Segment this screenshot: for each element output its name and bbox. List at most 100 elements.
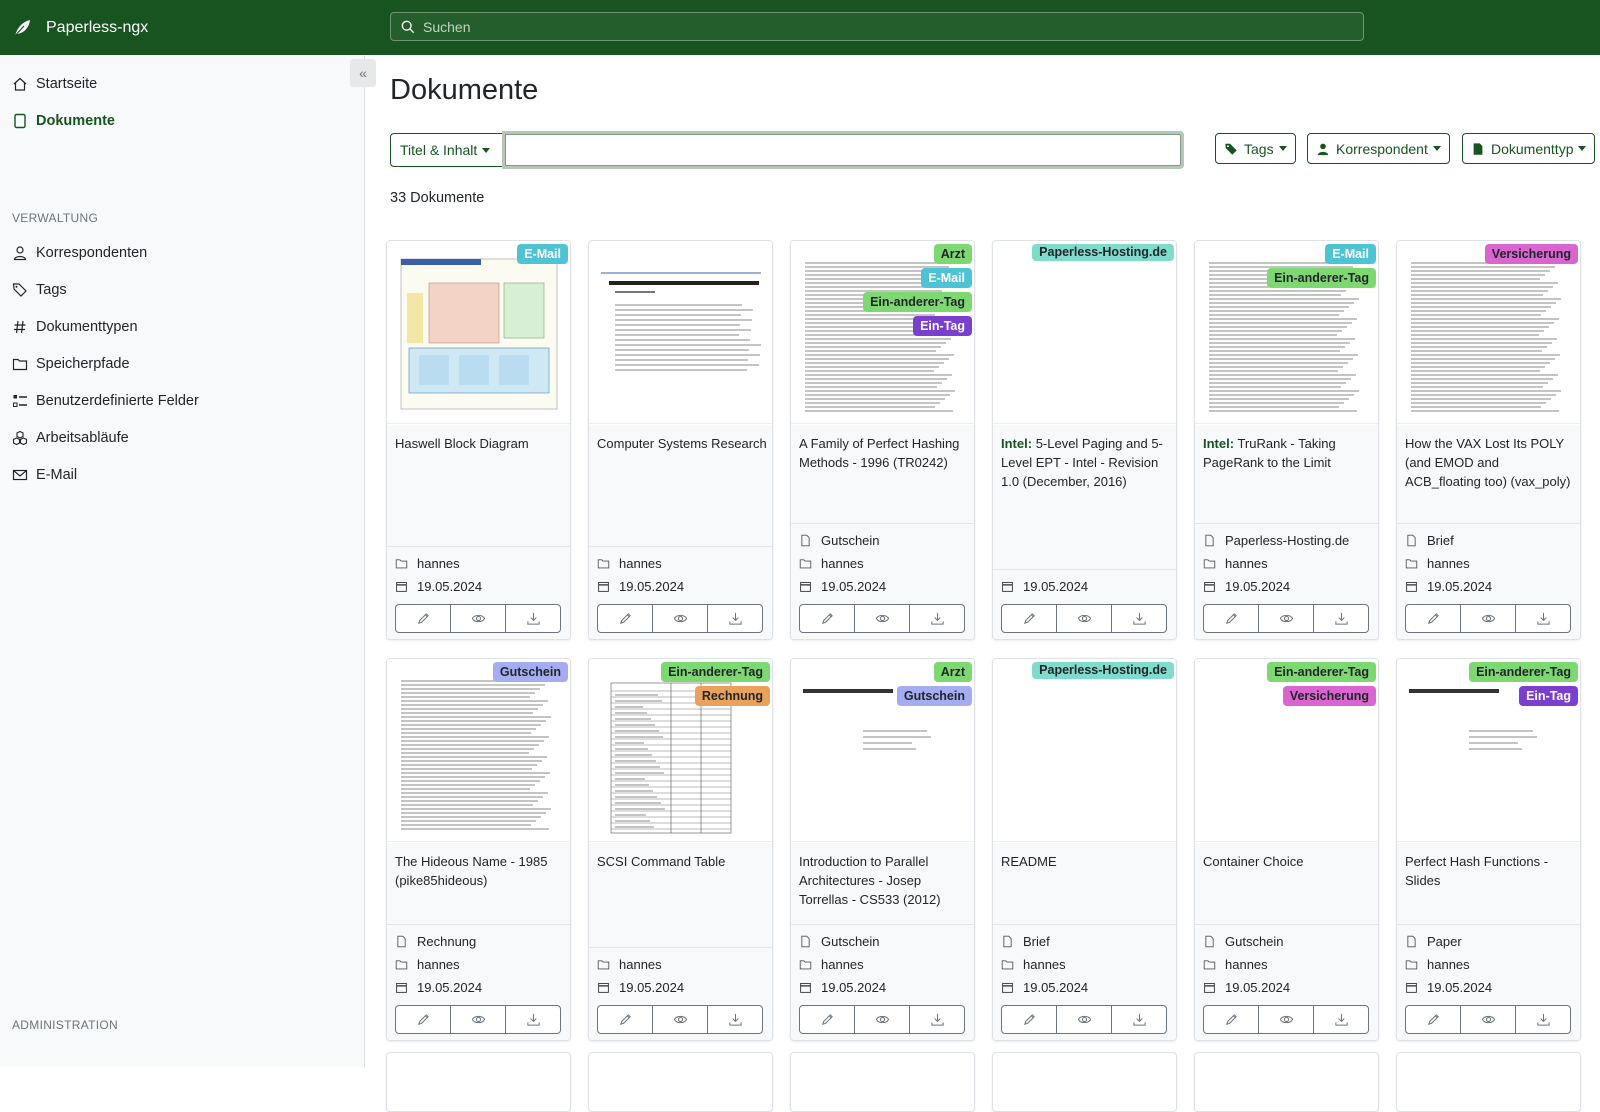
document-type[interactable]: Gutschein xyxy=(799,533,971,548)
tag-badge[interactable]: E-Mail xyxy=(1325,244,1376,264)
edit-button[interactable] xyxy=(598,1006,653,1033)
download-button[interactable] xyxy=(1516,1006,1570,1033)
correspondent-prefix[interactable]: Intel: xyxy=(1001,436,1032,451)
document-title[interactable]: README xyxy=(1001,852,1173,871)
storage-path[interactable]: hannes xyxy=(395,556,567,571)
storage-path[interactable]: hannes xyxy=(1405,957,1577,972)
preview-button[interactable] xyxy=(1461,605,1516,632)
preview-button[interactable] xyxy=(1259,1006,1314,1033)
tag-badge[interactable]: Arzt xyxy=(933,662,972,682)
document-card[interactable] xyxy=(588,1052,773,1112)
tag-badge[interactable]: Ein-anderer-Tag xyxy=(1267,268,1376,288)
document-title[interactable]: Intel: 5-Level Paging and 5-Level EPT - … xyxy=(1001,434,1173,491)
tags-filter-button[interactable]: Tags xyxy=(1215,133,1296,164)
edit-button[interactable] xyxy=(598,605,653,632)
edit-button[interactable] xyxy=(1406,605,1461,632)
document-card[interactable] xyxy=(1396,1052,1581,1112)
document-title[interactable]: SCSI Command Table xyxy=(597,852,769,871)
preview-button[interactable] xyxy=(855,1006,910,1033)
sidebar-item-benutzerdefinierte-felder[interactable]: Benutzerdefinierte Felder xyxy=(12,393,199,409)
document-card[interactable]: Arzt Gutschein Introduction to Parallel Ar… xyxy=(790,658,975,1041)
tag-badge[interactable]: Rechnung xyxy=(694,686,770,706)
text-filter-mode-dropdown[interactable]: Titel & Inhalt xyxy=(390,133,503,167)
tag-badge[interactable]: Ein-Tag xyxy=(913,316,972,336)
document-thumbnail[interactable]: Ein-anderer-Tag Rechnung xyxy=(589,659,772,842)
document-card[interactable]: Ein-anderer-Tag Rechnung SCSI Command Tabl… xyxy=(588,658,773,1041)
tag-badge[interactable]: Ein-anderer-Tag xyxy=(863,292,972,312)
download-button[interactable] xyxy=(1314,605,1368,632)
document-title[interactable]: Perfect Hash Functions - Slides xyxy=(1405,852,1577,890)
correspondent-filter-button[interactable]: Korrespondent xyxy=(1307,133,1450,164)
document-title[interactable]: How the VAX Lost Its POLY (and EMOD and … xyxy=(1405,434,1577,491)
tag-badge[interactable]: Ein-Tag xyxy=(1519,686,1578,706)
sidebar-item-korrespondenten[interactable]: Korrespondenten xyxy=(12,245,147,261)
edit-button[interactable] xyxy=(800,605,855,632)
storage-path[interactable]: hannes xyxy=(597,957,769,972)
tag-badge[interactable]: E-Mail xyxy=(921,268,972,288)
download-button[interactable] xyxy=(910,1006,964,1033)
document-card[interactable]: Paperless-Hosting.de Intel: 5-Level Pagin… xyxy=(992,240,1177,640)
document-type[interactable]: Gutschein xyxy=(1203,934,1375,949)
tag-badge[interactable]: Paperless-Hosting.de xyxy=(1032,662,1174,679)
preview-button[interactable] xyxy=(1057,605,1112,632)
document-card[interactable] xyxy=(790,1052,975,1112)
document-title[interactable]: Container Choice xyxy=(1203,852,1375,871)
tag-badge[interactable]: Versicherung xyxy=(1484,244,1578,264)
filter-text-field[interactable] xyxy=(502,131,1184,169)
document-thumbnail[interactable]: Gutschein xyxy=(387,659,570,842)
download-button[interactable] xyxy=(1314,1006,1368,1033)
storage-path[interactable]: hannes xyxy=(1001,957,1173,972)
download-button[interactable] xyxy=(708,605,762,632)
document-thumbnail[interactable]: E-Mail Ein-anderer-Tag xyxy=(1195,241,1378,424)
edit-button[interactable] xyxy=(800,1006,855,1033)
document-type[interactable]: Paper xyxy=(1405,934,1577,949)
collapse-sidebar-button[interactable]: « xyxy=(350,59,376,87)
document-thumbnail[interactable]: Ein-anderer-Tag Ein-Tag xyxy=(1397,659,1580,842)
document-type[interactable]: Brief xyxy=(1001,934,1173,949)
tag-badge[interactable]: E-Mail xyxy=(517,244,568,264)
tag-badge[interactable]: Ein-anderer-Tag xyxy=(1267,662,1376,682)
document-thumbnail[interactable]: Arzt E-Mail Ein-anderer-Tag Ein-Tag xyxy=(791,241,974,424)
preview-button[interactable] xyxy=(653,605,708,632)
sidebar-item-speicherpfade[interactable]: Speicherpfade xyxy=(12,356,130,372)
document-title[interactable]: Intel: TruRank - Taking PageRank to the … xyxy=(1203,434,1375,472)
edit-button[interactable] xyxy=(1204,1006,1259,1033)
document-card[interactable]: Ein-anderer-Tag Versicherung Container Cho… xyxy=(1194,658,1379,1041)
preview-button[interactable] xyxy=(1461,1006,1516,1033)
tag-badge[interactable]: Gutschein xyxy=(492,662,568,682)
document-title[interactable]: A Family of Perfect Hashing Methods - 19… xyxy=(799,434,971,472)
tag-badge[interactable]: Ein-anderer-Tag xyxy=(1469,662,1578,682)
document-card[interactable]: E-Mail Haswell Block Diagram hannes 19.05.2… xyxy=(386,240,571,640)
sidebar-item-arbeitsablaeufe[interactable]: Arbeitsabläufe xyxy=(12,430,129,446)
document-card[interactable]: Gutschein The Hideous Name - 1985 (pike85… xyxy=(386,658,571,1041)
document-card[interactable] xyxy=(386,1052,571,1112)
correspondent-prefix[interactable]: Intel: xyxy=(1203,436,1234,451)
download-button[interactable] xyxy=(910,605,964,632)
download-button[interactable] xyxy=(506,605,560,632)
document-type[interactable]: Rechnung xyxy=(395,934,567,949)
tag-badge[interactable]: Gutschein xyxy=(896,686,972,706)
edit-button[interactable] xyxy=(1204,605,1259,632)
document-card[interactable]: Computer Systems Research hannes 19.05.202… xyxy=(588,240,773,640)
document-thumbnail[interactable]: Paperless-Hosting.de xyxy=(993,241,1176,424)
edit-button[interactable] xyxy=(396,605,451,632)
sidebar-item-dokumente[interactable]: Dokumente xyxy=(12,113,115,129)
preview-button[interactable] xyxy=(653,1006,708,1033)
search-input[interactable] xyxy=(423,18,1323,35)
global-search[interactable] xyxy=(390,12,1364,41)
document-card[interactable]: Paperless-Hosting.de README Brief hannes 19.… xyxy=(992,658,1177,1041)
document-title[interactable]: Computer Systems Research xyxy=(597,434,769,453)
storage-path[interactable]: hannes xyxy=(395,957,567,972)
sidebar-item-tags[interactable]: Tags xyxy=(12,282,67,298)
tag-badge[interactable]: Ein-anderer-Tag xyxy=(661,662,770,682)
preview-button[interactable] xyxy=(1259,605,1314,632)
tag-badge[interactable]: Versicherung xyxy=(1282,686,1376,706)
download-button[interactable] xyxy=(1112,1006,1166,1033)
preview-button[interactable] xyxy=(1057,1006,1112,1033)
sidebar-item-startseite[interactable]: Startseite xyxy=(12,76,97,92)
document-type-filter-button[interactable]: Dokumenttyp xyxy=(1462,133,1596,164)
document-thumbnail[interactable]: Versicherung xyxy=(1397,241,1580,424)
preview-button[interactable] xyxy=(855,605,910,632)
brand[interactable]: Paperless-ngx xyxy=(12,18,382,38)
download-button[interactable] xyxy=(506,1006,560,1033)
